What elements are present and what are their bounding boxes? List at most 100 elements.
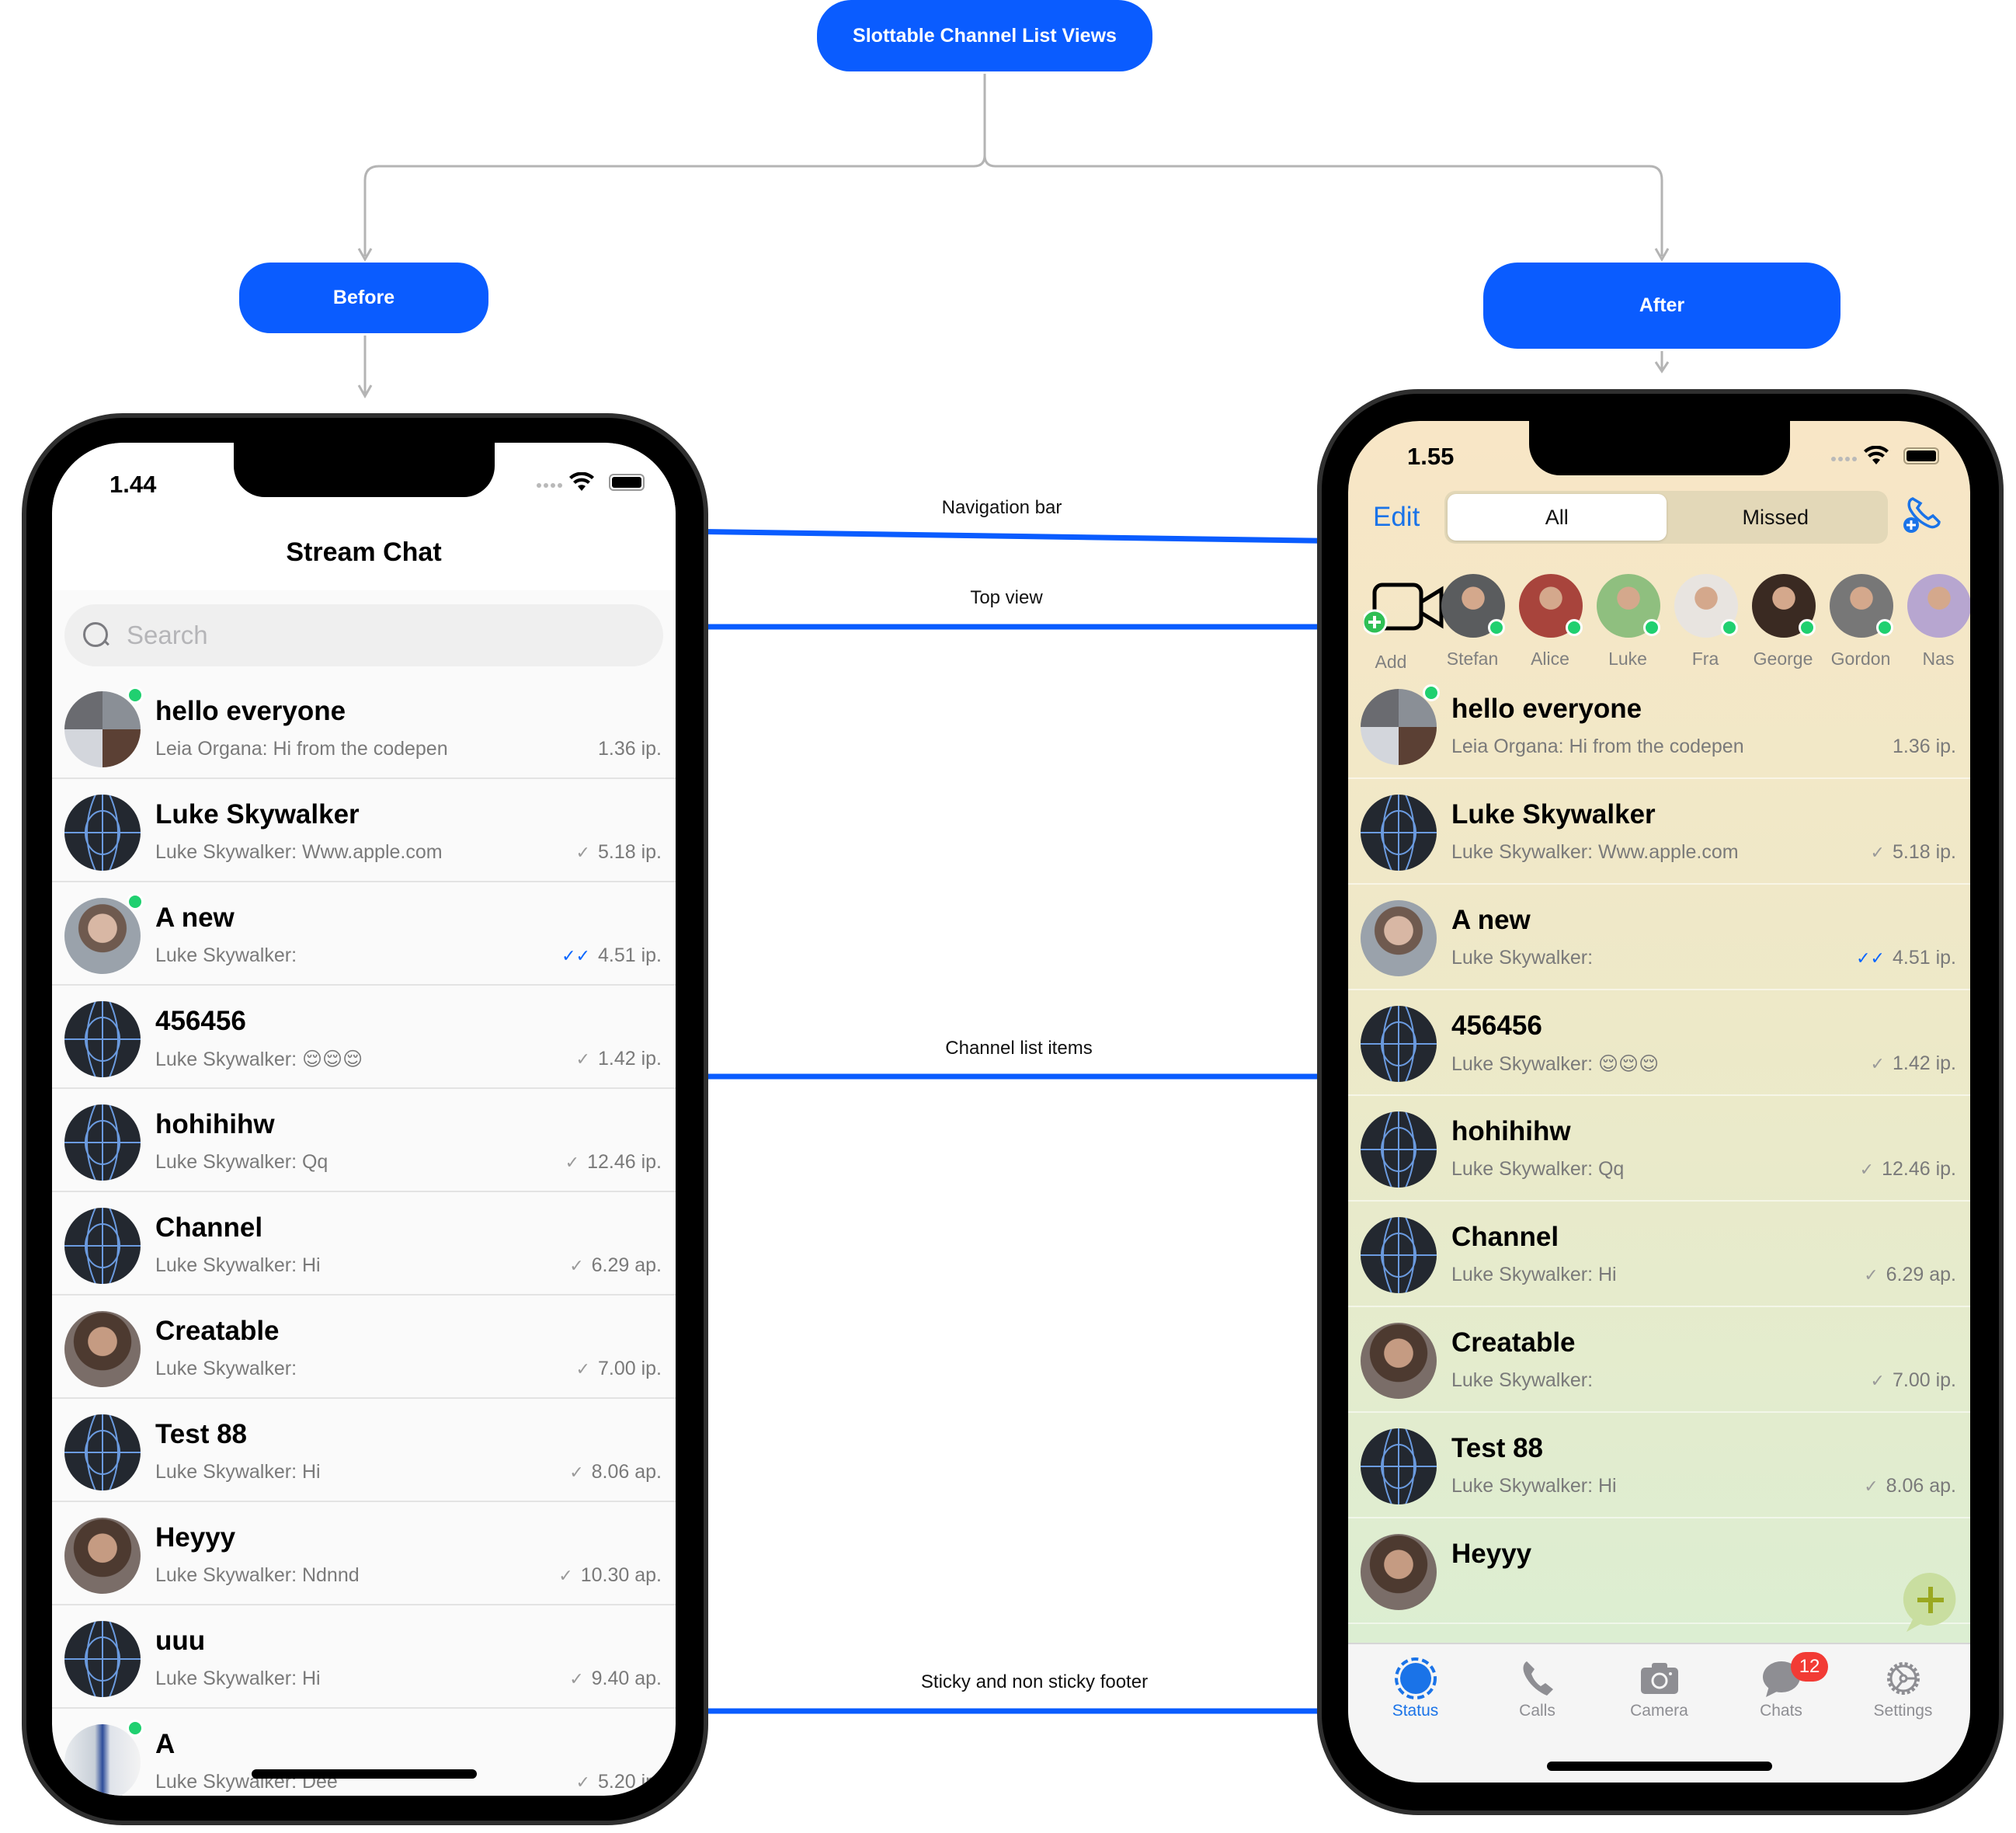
channel-list-item[interactable]: Luke Skywalker Luke Skywalker: Www.apple.… [1348, 779, 1970, 885]
arrow-after-in [1654, 248, 1670, 263]
channel-last-message: Luke Skywalker: [1451, 1369, 1594, 1391]
channel-timestamp: 1.36 ip. [1892, 736, 1956, 757]
channel-list-item[interactable]: Heyyy Luke Skywalker: Ndnnd ✓ 10.30 ap. [52, 1502, 676, 1605]
annotation-navigation-bar: Navigation bar [941, 497, 1062, 518]
channel-last-message: Luke Skywalker: Www.apple.com [1451, 841, 1739, 863]
channel-name: A [155, 1729, 176, 1759]
channel-list-item[interactable]: Channel Luke Skywalker: Hi ✓ 6.29 ap. [1348, 1202, 1970, 1307]
channel-last-message: Luke Skywalker: Hi [1451, 1264, 1617, 1285]
channel-avatar [64, 795, 141, 871]
gear-icon [1882, 1657, 1925, 1700]
channel-meta: ✓✓ 4.51 ip. [561, 944, 662, 967]
channel-name: Heyyy [1451, 1539, 1532, 1569]
story-item[interactable]: Luke [1589, 574, 1667, 669]
segmented-control: All Missed [1444, 491, 1888, 544]
channel-meta: ✓✓ 4.51 ip. [1856, 947, 1956, 969]
channel-list-item[interactable]: Channel Luke Skywalker: Hi ✓ 6.29 ap. [52, 1192, 676, 1296]
channel-avatar [1361, 689, 1437, 765]
channel-list-item[interactable]: Creatable Luke Skywalker: ✓ 7.00 ip. [52, 1296, 676, 1399]
home-indicator [251, 1769, 477, 1779]
channel-list-item[interactable]: Luke Skywalker Luke Skywalker: Www.apple.… [52, 779, 676, 882]
channel-last-message: Leia Organa: Hi from the codepen [155, 738, 448, 760]
channel-list-item[interactable]: 456456 Luke Skywalker: 😌😌😌 ✓ 1.42 ip. [52, 986, 676, 1089]
new-chat-fab[interactable] [1897, 1568, 1964, 1635]
channel-list-item[interactable]: hohihihw Luke Skywalker: Qq ✓ 12.46 ip. [52, 1089, 676, 1192]
story-item[interactable]: Alice [1511, 574, 1589, 669]
tab-chats[interactable]: 12 Chats [1720, 1644, 1842, 1722]
channel-avatar [1361, 1111, 1437, 1188]
phone-icon [1516, 1657, 1559, 1700]
channel-avatar [64, 1621, 141, 1697]
story-name: Gordon [1830, 649, 1891, 669]
story-item[interactable]: Nas [1900, 574, 1970, 669]
tab-settings[interactable]: Settings [1842, 1644, 1964, 1722]
channel-avatar [64, 1518, 141, 1594]
sent-check-icon: ✓ [1870, 1053, 1885, 1073]
channel-last-message: Leia Organa: Hi from the codepen [1451, 736, 1744, 757]
story-item[interactable]: Stefan [1434, 574, 1511, 669]
before-screen: 1.44 Stream Chat Search hello everyone Le… [52, 443, 676, 1796]
story-item[interactable]: Fra [1667, 574, 1744, 669]
channel-meta: ✓ 5.18 ip. [1871, 841, 1956, 864]
channel-list-item[interactable]: hello everyone Leia Organa: Hi from the c… [52, 676, 676, 779]
story-name: Alice [1531, 649, 1569, 669]
channel-name: 456456 [1451, 1010, 1542, 1041]
channel-list-item[interactable]: A new Luke Skywalker: ✓✓ 4.51 ip. [52, 882, 676, 986]
channel-name: Channel [155, 1212, 263, 1243]
channel-list-item[interactable]: Heyyy [1348, 1518, 1970, 1624]
tab-calls[interactable]: Calls [1476, 1644, 1598, 1722]
before-stem [357, 336, 373, 399]
edit-button[interactable]: Edit [1373, 502, 1420, 533]
online-indicator [1488, 619, 1505, 636]
online-indicator [1423, 684, 1440, 701]
add-call-icon[interactable] [1902, 494, 1942, 534]
channel-list-item[interactable]: Test 88 Luke Skywalker: Hi ✓ 8.06 ap. [52, 1399, 676, 1502]
channel-list-item[interactable]: Creatable Luke Skywalker: ✓ 7.00 ip. [1348, 1307, 1970, 1413]
sent-check-icon: ✓ [569, 1255, 584, 1275]
tab-label: Settings [1873, 1702, 1933, 1720]
channel-list-item[interactable]: hohihihw Luke Skywalker: Qq ✓ 12.46 ip. [1348, 1096, 1970, 1202]
channel-list-item[interactable]: A new Luke Skywalker: ✓✓ 4.51 ip. [1348, 885, 1970, 990]
online-indicator [127, 893, 144, 910]
sent-check-icon: ✓ [575, 1049, 590, 1069]
story-item[interactable]: George [1744, 574, 1822, 669]
channel-last-message: Luke Skywalker: [155, 1358, 297, 1379]
channel-list-item[interactable]: Test 88 Luke Skywalker: Hi ✓ 8.06 ap. [1348, 1413, 1970, 1518]
navigation-bar: Edit All Missed [1348, 483, 1970, 561]
channel-list-item[interactable]: uuu Luke Skywalker: Hi ✓ 9.40 ap. [52, 1605, 676, 1709]
sent-check-icon: ✓ [1864, 1476, 1879, 1496]
segment-missed[interactable]: Missed [1667, 494, 1886, 541]
channel-last-message: Luke Skywalker: [155, 944, 297, 966]
story-avatar [1907, 574, 1970, 638]
channel-name: uuu [155, 1626, 206, 1656]
root-node: Slottable Channel List Views [817, 0, 1152, 71]
after-stem [1654, 351, 1670, 374]
online-indicator [127, 1720, 144, 1737]
channel-name: hello everyone [1451, 694, 1642, 724]
segment-all[interactable]: All [1448, 494, 1667, 541]
tab-camera[interactable]: Camera [1598, 1644, 1720, 1722]
online-indicator [1566, 619, 1583, 636]
channel-name: hohihihw [1451, 1116, 1571, 1146]
channel-list-item[interactable]: hello everyone Leia Organa: Hi from the c… [1348, 673, 1970, 779]
nav-bar-line [675, 528, 1363, 544]
channel-last-message: Luke Skywalker: Www.apple.com [155, 841, 443, 863]
channel-timestamp: 9.40 ap. [591, 1668, 662, 1689]
sent-check-icon: ✓ [558, 1565, 573, 1585]
tab-status[interactable]: Status [1354, 1644, 1476, 1722]
channel-last-message: Luke Skywalker: Hi [155, 1461, 321, 1483]
add-story-button[interactable]: Add [1348, 574, 1444, 672]
channel-list-item[interactable]: A Luke Skywalker: Dee ✓ 5.20 ip. [52, 1709, 676, 1796]
sent-check-icon: ✓ [1859, 1159, 1875, 1179]
search-input[interactable]: Search [64, 604, 663, 666]
phone-before: 1.44 Stream Chat Search hello everyone Le… [22, 413, 708, 1825]
annotation-channel-list-items: Channel list items [945, 1038, 1093, 1059]
story-item[interactable]: Gordon [1822, 574, 1900, 669]
channel-list-item[interactable]: 456456 Luke Skywalker: 😌😌😌 ✓ 1.42 ip. [1348, 990, 1970, 1096]
channel-timestamp: 8.06 ap. [591, 1461, 662, 1483]
battery-icon [1903, 447, 1939, 464]
tab-label: Calls [1519, 1702, 1555, 1720]
home-indicator [1546, 1762, 1772, 1771]
sent-check-icon: ✓ [1870, 1370, 1885, 1390]
channel-meta: ✓ 7.00 ip. [1871, 1369, 1956, 1392]
